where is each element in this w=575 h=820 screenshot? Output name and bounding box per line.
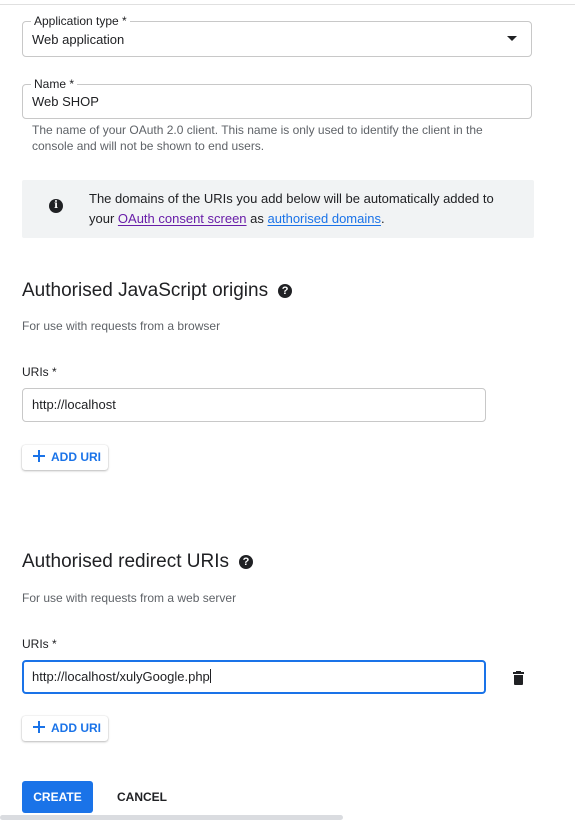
chevron-down-icon[interactable] (507, 36, 517, 41)
redirect-uri-input[interactable]: http://localhost/xulyGoogle.php (22, 660, 486, 694)
redirect-uri-value: http://localhost/xulyGoogle.php (32, 669, 210, 684)
cancel-button[interactable]: CANCEL (106, 781, 178, 813)
js-origins-title: Authorised JavaScript origins? (22, 280, 293, 302)
js-origins-uris-label: URIs * (22, 365, 57, 379)
application-type-label: Application type * (31, 14, 130, 28)
info-text-end: . (380, 211, 385, 226)
plus-icon (33, 721, 45, 733)
redirect-uris-title: Authorised redirect URIs? (22, 551, 253, 573)
name-input[interactable]: Name * Web SHOP (22, 77, 532, 119)
trash-icon[interactable] (513, 671, 524, 685)
plus-icon (33, 450, 45, 462)
info-banner: i The domains of the URIs you add below … (22, 180, 534, 238)
js-origins-subtitle: For use with requests from a browser (22, 319, 221, 333)
authorised-domains-link[interactable]: authorised domains (268, 211, 381, 226)
redirect-uris-title-text: Authorised redirect URIs (22, 551, 229, 572)
add-js-origin-uri-button[interactable]: ADD URI (22, 445, 108, 470)
add-js-origin-uri-label: ADD URI (51, 450, 101, 464)
redirect-uris-subtitle: For use with requests from a web server (22, 591, 237, 605)
help-icon[interactable]: ? (278, 284, 293, 298)
info-text-middle: as (246, 211, 268, 226)
name-value: Web SHOP (32, 94, 99, 109)
application-type-value: Web application (32, 32, 125, 47)
text-caret (209, 669, 211, 683)
create-button[interactable]: CREATE (22, 781, 93, 813)
application-type-select[interactable]: Application type * Web application (22, 14, 532, 57)
js-origins-title-text: Authorised JavaScript origins (22, 280, 269, 301)
add-redirect-uri-button[interactable]: ADD URI (22, 716, 108, 741)
name-hint: The name of your OAuth 2.0 client. This … (32, 123, 483, 153)
oauth-consent-screen-link[interactable]: OAuth consent screen (118, 211, 247, 226)
help-icon[interactable]: ? (238, 555, 253, 569)
top-divider (0, 4, 575, 5)
info-icon: i (49, 199, 63, 213)
name-label: Name * (31, 77, 78, 91)
horizontal-scrollbar[interactable] (0, 815, 343, 820)
info-text: The domains of the URIs you add below wi… (89, 189, 509, 229)
js-origin-uri-input[interactable]: http://localhost (22, 388, 486, 422)
add-redirect-uri-label: ADD URI (51, 721, 101, 735)
redirect-uris-label: URIs * (22, 637, 57, 651)
